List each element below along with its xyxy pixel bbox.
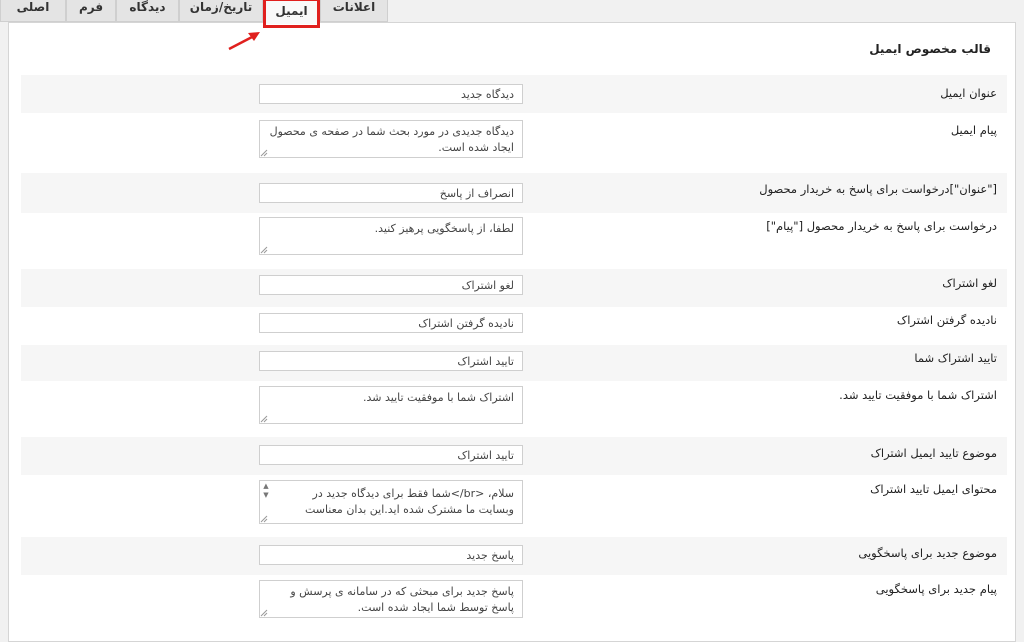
tab-general-label: اصلی: [16, 0, 50, 14]
tab-datetime[interactable]: تاریخ/زمان: [179, 0, 263, 22]
settings-row: لغو اشتراک: [21, 269, 1007, 307]
settings-row: اشتراک شما با موفقیت تایید شد. اشتراک شم…: [21, 381, 1007, 437]
settings-row: پیام جدید برای پاسخگویی پاسخ جدید برای م…: [21, 575, 1007, 631]
reply-request-message-textarea[interactable]: لطفا، از پاسخگویی پرهیز کنید.: [259, 217, 523, 255]
tab-form[interactable]: فرم: [66, 0, 116, 22]
field-label: تایید اشتراک شما: [914, 351, 997, 365]
highlight-box: [263, 0, 320, 28]
tab-comment[interactable]: دیدگاه: [116, 0, 179, 22]
confirmation-email-content-textarea[interactable]: سلام، <br/>شما فقط برای دیدگاه جدید در و…: [259, 480, 523, 524]
field-label: اشتراک شما با موفقیت تایید شد.: [839, 388, 997, 402]
field-label: عنوان ایمیل: [940, 86, 997, 100]
email-subject-input[interactable]: [259, 84, 523, 104]
field-label: موضوع جدید برای پاسخگویی: [858, 546, 997, 560]
confirmation-email-subject-input[interactable]: [259, 445, 523, 465]
field-label: درخواست برای پاسخ به خریدار محصول ["پیام…: [766, 219, 997, 233]
tab-general[interactable]: اصلی: [0, 0, 66, 22]
subscription-confirmed-textarea[interactable]: اشتراک شما با موفقیت تایید شد.: [259, 386, 523, 424]
settings-row: ["عنوان"]درخواست برای پاسخ به خریدار محص…: [21, 173, 1007, 213]
textarea-wrap: اشتراک شما با موفقیت تایید شد.: [259, 386, 523, 424]
pointer-arrow-icon: [228, 32, 260, 51]
tab-datetime-label: تاریخ/زمان: [189, 0, 253, 14]
email-message-textarea[interactable]: دیدگاه جدیدی در مورد بحث شما در صفحه ی م…: [259, 120, 523, 158]
section-title: قالب مخصوص ایمیل: [869, 42, 991, 56]
reply-request-title-input[interactable]: [259, 183, 523, 203]
confirm-subscription-input[interactable]: [259, 351, 523, 371]
field-label: لغو اشتراک: [942, 276, 997, 290]
field-label: پیام جدید برای پاسخگویی: [875, 582, 997, 596]
scroll-up-icon[interactable]: ▲: [261, 482, 271, 491]
new-reply-message-textarea[interactable]: پاسخ جدید برای مبحثی که در سامانه ی پرسش…: [259, 580, 523, 618]
tab-form-label: فرم: [78, 0, 104, 14]
email-settings-panel: قالب مخصوص ایمیل عنوان ایمیل پیام ایمیل …: [8, 22, 1016, 642]
tab-notifications[interactable]: اعلانات: [320, 0, 388, 22]
settings-row: تایید اشتراک شما: [21, 345, 1007, 381]
settings-row: پیام ایمیل دیدگاه جدیدی در مورد بحث شما …: [21, 113, 1007, 173]
settings-row: موضوع جدید برای پاسخگویی: [21, 537, 1007, 575]
textarea-scroll-arrows[interactable]: ▲ ▼: [261, 482, 271, 510]
textarea-wrap: لطفا، از پاسخگویی پرهیز کنید.: [259, 217, 523, 255]
settings-row: موضوع تایید ایمیل اشتراک: [21, 437, 1007, 475]
scroll-down-icon[interactable]: ▼: [261, 491, 271, 500]
settings-row: عنوان ایمیل: [21, 75, 1007, 113]
tab-notifications-label: اعلانات: [332, 0, 376, 14]
settings-row: نادیده گرفتن اشتراک: [21, 307, 1007, 345]
textarea-wrap: دیدگاه جدیدی در مورد بحث شما در صفحه ی م…: [259, 120, 523, 158]
field-label: موضوع تایید ایمیل اشتراک: [870, 446, 997, 460]
field-label: نادیده گرفتن اشتراک: [896, 313, 997, 327]
unsubscribe-input[interactable]: [259, 275, 523, 295]
field-label: ["عنوان"]درخواست برای پاسخ به خریدار محص…: [759, 182, 997, 196]
settings-row: درخواست برای پاسخ به خریدار محصول ["پیام…: [21, 213, 1007, 269]
field-label: پیام ایمیل: [950, 123, 997, 137]
ignore-subscription-input[interactable]: [259, 313, 523, 333]
tab-bar: اصلی فرم دیدگاه تاریخ/زمان ایمیل اعلانات: [0, 0, 1024, 24]
textarea-wrap: سلام، <br/>شما فقط برای دیدگاه جدید در و…: [259, 480, 523, 524]
settings-row: محتوای ایمیل تایید اشتراک سلام، <br/>شما…: [21, 475, 1007, 537]
new-reply-subject-input[interactable]: [259, 545, 523, 565]
textarea-wrap: پاسخ جدید برای مبحثی که در سامانه ی پرسش…: [259, 580, 523, 618]
field-label: محتوای ایمیل تایید اشتراک: [870, 482, 997, 496]
tab-comment-label: دیدگاه: [129, 0, 166, 14]
